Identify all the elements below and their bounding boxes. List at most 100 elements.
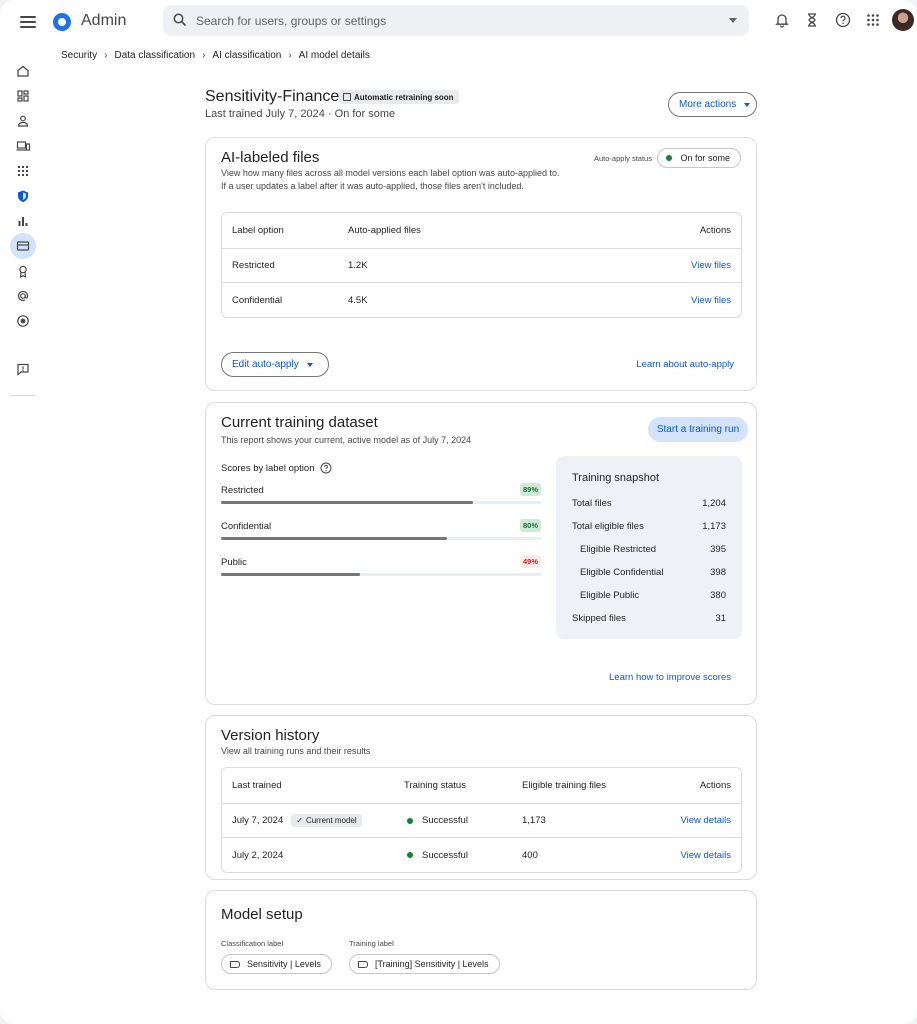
- security-shield-icon[interactable]: [14, 187, 32, 205]
- scores-heading: Scores by label option: [221, 462, 332, 474]
- table-row: July 7, 2024 ✓ Current model Successful 1…: [222, 804, 741, 838]
- label-option-cell: Restricted: [232, 260, 275, 271]
- training-status-cell: Successful: [407, 838, 468, 872]
- help-icon[interactable]: [834, 11, 852, 29]
- dashboard-icon[interactable]: [14, 87, 32, 105]
- column-header: Actions: [699, 780, 731, 791]
- snapshot-row: Eligible Restricted 395: [572, 544, 726, 555]
- feedback-icon[interactable]: [14, 360, 32, 378]
- training-status-value: Successful: [422, 815, 468, 826]
- column-header: Actions: [699, 225, 731, 236]
- auto-apply-status-value: On for some: [680, 153, 730, 163]
- score-bar: [221, 573, 360, 576]
- view-details-link[interactable]: View details: [680, 838, 731, 872]
- page-subtitle: Last trained July 7, 2024 · On for some: [205, 108, 396, 120]
- search-bar[interactable]: [163, 5, 749, 36]
- help-icon[interactable]: [320, 462, 332, 474]
- breadcrumb: Security › Data classification › AI clas…: [61, 50, 370, 61]
- apps-icon[interactable]: [864, 11, 882, 29]
- snapshot-value: 395: [710, 544, 726, 555]
- column-header: Label option: [232, 225, 284, 236]
- snapshot-label: Total eligible files: [572, 521, 644, 532]
- current-model-label: Current model: [305, 816, 357, 825]
- devices-icon[interactable]: [14, 137, 32, 155]
- breadcrumb-security[interactable]: Security: [61, 50, 97, 61]
- snapshot-row: Total eligible files 1,173: [572, 521, 726, 532]
- auto-applied-files-cell: 1.2K: [348, 260, 368, 271]
- view-files-link[interactable]: View files: [691, 249, 731, 282]
- apps-grid-icon[interactable]: [14, 162, 32, 180]
- chevron-right-icon: ›: [288, 50, 292, 61]
- table-row: Restricted 1.2K View files: [222, 249, 741, 283]
- score-badge: 49%: [519, 555, 541, 568]
- snapshot-value: 380: [710, 590, 726, 601]
- training-snapshot-title: Training snapshot: [572, 472, 660, 484]
- breadcrumb-data-classification[interactable]: Data classification: [114, 50, 195, 61]
- version-history-card: Version history View all training runs a…: [205, 715, 757, 880]
- ai-labeled-files-table: Label option Auto-applied files Actions …: [221, 212, 742, 318]
- retraining-badge-label: Automatic retraining soon: [354, 92, 454, 102]
- version-history-desc: View all training runs and their results: [221, 746, 371, 756]
- edit-auto-apply-button[interactable]: Edit auto-apply: [221, 352, 329, 377]
- table-row: Confidential 4.5K View files: [222, 283, 741, 317]
- auto-apply-status-chip[interactable]: On for some: [657, 148, 741, 168]
- user-icon[interactable]: [14, 112, 32, 130]
- admin-console-window: Admin Security › Data classification ›: [0, 0, 917, 1024]
- page-title: Sensitivity-Finance: [205, 88, 340, 105]
- training-label-chip[interactable]: [Training] Sensitivity | Levels: [349, 954, 500, 974]
- training-dataset-desc: This report shows your current, active m…: [221, 435, 472, 445]
- hourglass-icon[interactable]: [803, 11, 821, 29]
- column-header: Eligible training files: [522, 780, 606, 791]
- score-badge: 89%: [519, 483, 541, 496]
- improve-scores-link[interactable]: Learn how to improve scores: [609, 672, 731, 683]
- training-snapshot-panel: Training snapshot Total files 1,204 Total…: [556, 456, 742, 639]
- ai-labeled-files-card: AI-labeled files View how many files acr…: [205, 137, 757, 391]
- rules-icon[interactable]: [14, 262, 32, 280]
- calendar-icon: [343, 93, 351, 101]
- ai-labeled-files-desc-1: View how many files across all model ver…: [221, 168, 560, 178]
- score-name: Public: [221, 557, 247, 568]
- top-bar: Admin: [0, 0, 917, 42]
- snapshot-row: Total files 1,204: [572, 498, 726, 509]
- reporting-icon[interactable]: [14, 212, 32, 230]
- last-trained-cell: July 2, 2024: [232, 849, 284, 861]
- auto-apply-status-label: Auto-apply status: [594, 154, 652, 163]
- billing-icon[interactable]: [14, 237, 32, 255]
- version-history-table: Last trained Training status Eligible tr…: [221, 767, 742, 873]
- notifications-icon[interactable]: [773, 11, 791, 29]
- search-input[interactable]: [196, 5, 716, 36]
- auto-applied-files-cell: 4.5K: [348, 294, 368, 306]
- directory-icon[interactable]: [14, 312, 32, 330]
- learn-about-auto-apply-link[interactable]: Learn about auto-apply: [636, 359, 734, 370]
- score-track: [221, 501, 541, 504]
- snapshot-label: Eligible Confidential: [580, 567, 664, 578]
- view-details-link[interactable]: View details: [680, 804, 731, 837]
- avatar[interactable]: [892, 9, 914, 31]
- training-dataset-title: Current training dataset: [221, 414, 378, 431]
- search-icon: [173, 13, 187, 27]
- classification-label-chip[interactable]: Sensitivity | Levels: [221, 954, 332, 974]
- scores-heading-label: Scores by label option: [221, 462, 315, 474]
- score-badge: 80%: [519, 519, 541, 532]
- chevron-right-icon: ›: [202, 50, 206, 61]
- score-track: [221, 537, 541, 540]
- menu-icon[interactable]: [18, 13, 38, 29]
- snapshot-label: Skipped files: [572, 613, 626, 624]
- breadcrumb-ai-classification[interactable]: AI classification: [212, 50, 281, 61]
- home-icon[interactable]: [14, 62, 32, 80]
- snapshot-row: Eligible Confidential 398: [572, 567, 726, 578]
- label-icon: [358, 960, 368, 968]
- snapshot-row: Skipped files 31: [572, 613, 726, 624]
- snapshot-value: 1,173: [702, 521, 726, 532]
- more-actions-button[interactable]: More actions: [668, 92, 757, 117]
- chevron-right-icon: ›: [104, 50, 108, 61]
- ai-labeled-files-title: AI-labeled files: [221, 149, 320, 166]
- eligible-files-cell: 400: [522, 849, 538, 861]
- search-options-icon[interactable]: [729, 18, 737, 23]
- table-header-row: Last trained Training status Eligible tr…: [222, 768, 741, 804]
- account-icon[interactable]: [14, 287, 32, 305]
- breadcrumb-current: AI model details: [298, 50, 370, 61]
- start-training-run-button[interactable]: Start a training run: [648, 417, 748, 442]
- view-files-link[interactable]: View files: [691, 283, 731, 317]
- eligible-files-cell: 1,173: [522, 815, 546, 826]
